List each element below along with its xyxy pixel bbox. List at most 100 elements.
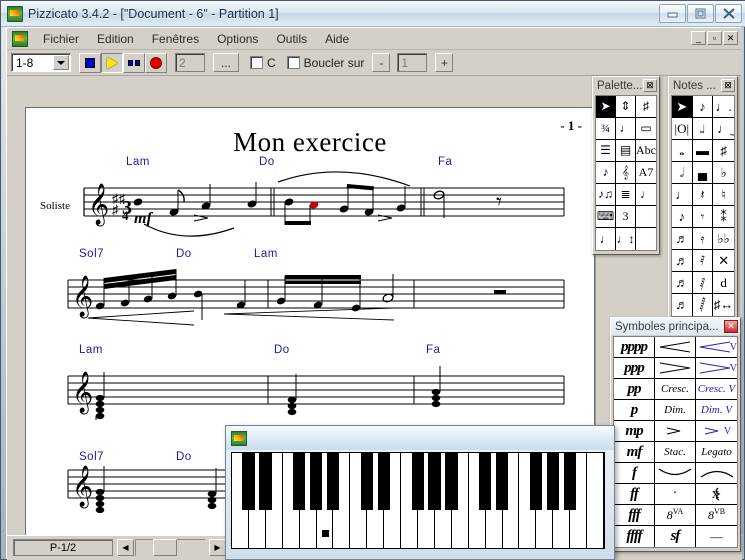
menu-outils[interactable]: Outils: [267, 30, 316, 48]
breve-rest-tool[interactable]: 𝆷: [692, 118, 714, 140]
half-note-tool[interactable]: 𝅗𝅥: [672, 162, 693, 184]
chevron-down-icon[interactable]: [53, 55, 69, 70]
mdi-minimize-button[interactable]: _: [691, 31, 706, 45]
loop-checkbox[interactable]: [286, 56, 300, 69]
piano-black-key[interactable]: [259, 453, 272, 510]
symbol-dynamic-ff[interactable]: ff: [614, 484, 655, 505]
slur-tool[interactable]: ≣: [616, 184, 636, 206]
mdi-restore-button[interactable]: ▫: [707, 31, 722, 45]
chord-symbol[interactable]: Do: [176, 451, 192, 463]
sixtyfourth-note-tool[interactable]: ♬: [672, 272, 693, 294]
piano-black-key[interactable]: [479, 453, 492, 510]
note-move-tool[interactable]: ♩: [616, 118, 636, 140]
time-signature-tool[interactable]: ¾: [596, 118, 616, 140]
piano-black-key[interactable]: [546, 453, 560, 510]
text-block-tool[interactable]: ▤: [616, 140, 636, 162]
symbol-dynamic-ppp[interactable]: ppp: [614, 358, 655, 379]
piano-title-bar[interactable]: [226, 426, 614, 450]
symbol-slur-up[interactable]: [696, 463, 737, 484]
symbol-diminuendo-hairpin[interactable]: V: [696, 358, 737, 379]
piano-black-key[interactable]: [529, 453, 543, 510]
piano-black-key[interactable]: [293, 453, 306, 510]
thirtysecond-note-tool[interactable]: ♬: [672, 250, 693, 272]
symbol-dynamic-fff[interactable]: fff: [614, 505, 655, 526]
piano-black-key[interactable]: [360, 453, 374, 510]
piano-black-key[interactable]: [377, 453, 390, 510]
piano-black-key[interactable]: [563, 453, 576, 510]
empty-cell[interactable]: [636, 206, 656, 228]
symbol-breath-mark[interactable]: x: [696, 484, 737, 505]
half-rest-tool[interactable]: ▄: [692, 162, 714, 184]
notes-palette-title-bar[interactable]: Notes ... ⊠: [669, 77, 737, 94]
chord-symbol[interactable]: Do: [259, 156, 275, 168]
loop-count-field[interactable]: 1: [397, 53, 428, 72]
dynamic-marking[interactable]: mf: [134, 210, 152, 228]
piano-black-key[interactable]: [310, 453, 323, 510]
menu-fichier[interactable]: Fichier: [34, 30, 88, 48]
measure-layout-tool[interactable]: ▭: [636, 118, 656, 140]
tools-palette-window[interactable]: Palette... ⊠ ➤ ⇕ ♯ ¾ ♩ ▭ ☰ ▤ Abc ♪ 𝄞 A7 ♪♫ ≣ ♩ ⌨ 3 ♩ ♩↕: [592, 76, 660, 255]
play-button[interactable]: [101, 52, 123, 73]
keyboard-range-tool[interactable]: ⌨: [596, 206, 616, 228]
symbol-accent[interactable]: [655, 421, 696, 442]
whole-note-tool[interactable]: 𝅝: [672, 140, 693, 162]
piano-black-key[interactable]: [428, 453, 441, 510]
delete-tool[interactable]: ✕: [713, 250, 734, 272]
horizontal-scrollbar[interactable]: [135, 539, 205, 556]
flat-tool[interactable]: ♭: [713, 162, 734, 184]
note-tool[interactable]: ♪: [692, 96, 714, 118]
menu-fenetres[interactable]: Fenêtres: [143, 30, 208, 48]
symbol-dynamic-f[interactable]: f: [614, 463, 655, 484]
duration-tool[interactable]: d: [713, 272, 734, 294]
symbol-accent[interactable]: V: [696, 421, 737, 442]
piano-keyboard-window[interactable]: [225, 425, 615, 560]
clef-tool[interactable]: 𝄞: [616, 162, 636, 184]
mdi-close-button[interactable]: ✕: [723, 31, 738, 45]
tools-palette-title-bar[interactable]: Palette... ⊠: [593, 77, 659, 94]
transpose-tool[interactable]: ⇕: [616, 96, 636, 118]
chord-symbol[interactable]: Lam: [254, 248, 278, 260]
symbol-crescendo-hairpin[interactable]: [655, 337, 696, 358]
symbol-slur-down[interactable]: [655, 463, 696, 484]
quarter-rest-tool[interactable]: 𝄽: [692, 184, 714, 206]
lyrics-tool[interactable]: Abc: [636, 140, 656, 162]
symbols-palette-title-bar[interactable]: Symboles principa... ✕: [611, 318, 740, 335]
symbol-text-dimv[interactable]: Dim. V: [696, 400, 737, 421]
symbol-dynamic-mp[interactable]: mp: [614, 421, 655, 442]
beam-tool[interactable]: ♪♫: [596, 184, 616, 206]
chord-symbol[interactable]: Lam: [79, 344, 103, 356]
scrollbar-thumb[interactable]: [153, 539, 177, 556]
scroll-right-button[interactable]: ▶: [209, 539, 226, 556]
close-icon[interactable]: ⊠: [643, 79, 657, 92]
close-icon[interactable]: ⊠: [721, 79, 735, 92]
record-button[interactable]: [145, 52, 167, 73]
thirtysecond-rest-tool[interactable]: 𝅀: [692, 250, 714, 272]
chord-symbol[interactable]: Lam: [126, 156, 150, 168]
stop-button[interactable]: [79, 52, 101, 73]
chord-symbol[interactable]: Fa: [426, 344, 440, 356]
symbol-dynamic-sf[interactable]: sf: [655, 526, 696, 547]
arrow-select-tool[interactable]: ➤: [672, 96, 693, 118]
whole-rest-tool[interactable]: ▬: [692, 140, 714, 162]
symbol-text-cresc[interactable]: Cresc.: [655, 379, 696, 400]
symbol-text-legato[interactable]: Legato: [696, 442, 737, 463]
symbol-dynamic-p[interactable]: p: [614, 400, 655, 421]
menu-edition[interactable]: Edition: [88, 30, 143, 48]
scroll-left-button[interactable]: ◀: [117, 539, 134, 556]
voice-tool[interactable]: ♩↕: [616, 228, 636, 250]
tuplet-tool[interactable]: 3: [616, 206, 636, 228]
breve-tool[interactable]: |O|: [672, 118, 693, 140]
double-flat-tool[interactable]: ♭♭: [713, 228, 734, 250]
natural-tool[interactable]: ♮: [713, 184, 734, 206]
hundredtwentyeighth-rest-tool[interactable]: 𝅂: [692, 294, 714, 316]
empty-cell-2[interactable]: [636, 228, 656, 250]
accidental-spacing-tool[interactable]: ♯: [636, 96, 656, 118]
piano-black-key[interactable]: [327, 453, 340, 510]
note-head-tool[interactable]: ♩: [636, 184, 656, 206]
piano-black-key[interactable]: [496, 453, 509, 510]
chord-symbol[interactable]: Do: [274, 344, 290, 356]
symbol-text-stac[interactable]: Stac.: [655, 442, 696, 463]
symbol-dynamic-mf[interactable]: mf: [614, 442, 655, 463]
menu-aide[interactable]: Aide: [316, 30, 358, 48]
symbol-dynamic-ffff[interactable]: ffff: [614, 526, 655, 547]
